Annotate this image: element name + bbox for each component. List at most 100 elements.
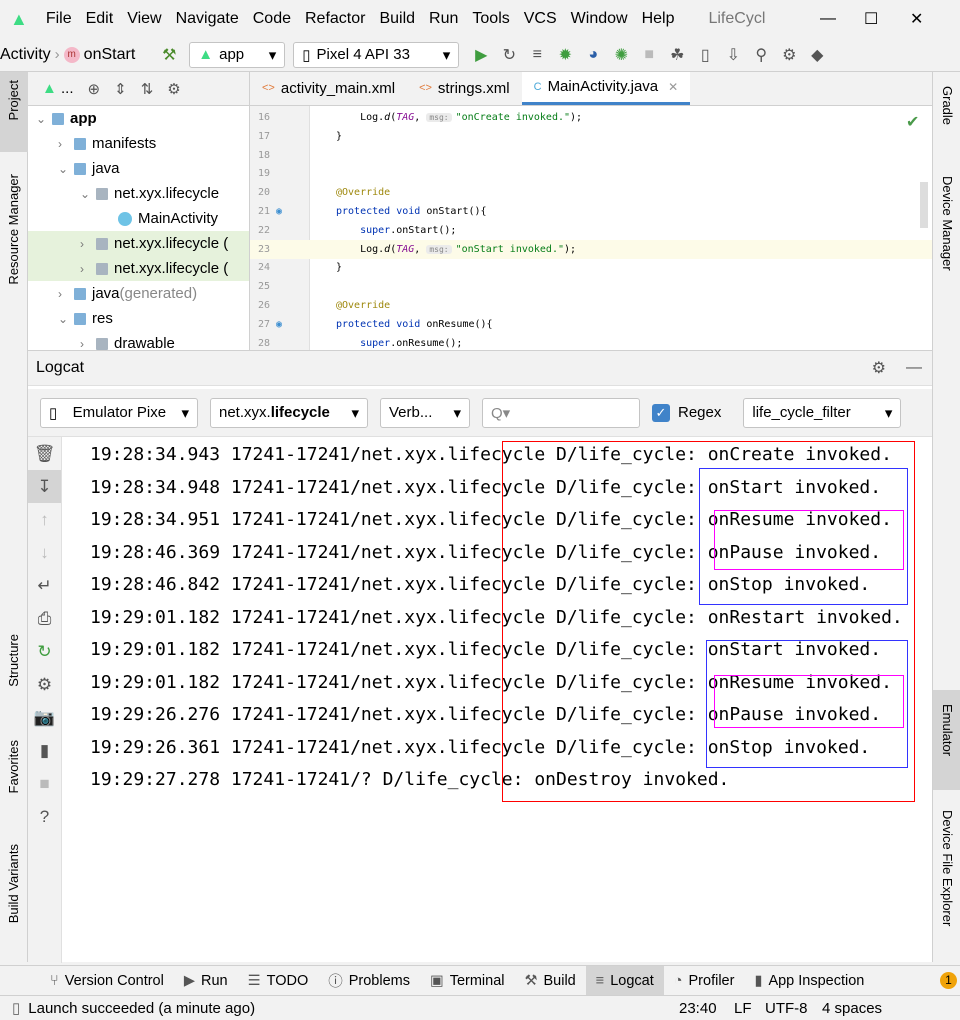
ai-icon[interactable]: ◆ <box>803 45 831 65</box>
filter-select[interactable]: life_cycle_filter ▾ <box>743 397 902 428</box>
project-tab-label[interactable]: Project <box>6 80 21 120</box>
locate-icon[interactable]: ⊕ <box>88 80 101 98</box>
tree-item[interactable]: MainActivity <box>28 206 249 231</box>
tool-tab-version-control[interactable]: ⑂ Version Control <box>40 966 174 996</box>
tree-item[interactable]: › net.xyx.lifecycle ( <box>28 256 249 281</box>
resource-manager-tab[interactable]: Resource Manager <box>6 174 21 285</box>
chevron-right-icon[interactable]: › <box>80 337 96 351</box>
tree-item[interactable]: ⌄ app <box>28 106 249 131</box>
restart-icon[interactable]: ↻ <box>28 635 61 668</box>
tree-item[interactable]: › net.xyx.lifecycle ( <box>28 231 249 256</box>
search-icon[interactable]: ⚲ <box>747 45 775 65</box>
build-variants-tab[interactable]: Build Variants <box>6 844 21 923</box>
menu-tools[interactable]: Tools <box>472 10 509 28</box>
status-message[interactable]: Launch succeeded (a minute ago) <box>28 1000 255 1017</box>
device-file-explorer-tab[interactable]: Device File Explorer <box>940 810 955 926</box>
menu-run[interactable]: Run <box>429 10 458 28</box>
tool-tab-logcat[interactable]: ≡ Logcat <box>585 965 664 996</box>
regex-checkbox[interactable]: ✓ <box>652 403 670 422</box>
favorites-tab[interactable]: Favorites <box>6 740 21 793</box>
package-select[interactable]: net.xyx.lifecycle ▾ <box>210 397 368 428</box>
breadcrumb-activity[interactable]: Activity <box>0 46 51 64</box>
sdk-manager-icon[interactable]: ⇩ <box>719 45 747 65</box>
screen-record-icon[interactable]: ▮ <box>28 734 61 767</box>
log-level-select[interactable]: Verb... ▾ <box>380 397 470 428</box>
scroll-to-end-icon[interactable]: ↧ <box>28 470 61 503</box>
help-icon[interactable]: ? <box>28 800 61 833</box>
tool-tab-problems[interactable]: ⓘ Problems <box>318 966 420 996</box>
clear-logcat-icon[interactable]: 🗑 <box>28 437 61 470</box>
tree-item[interactable]: › manifests <box>28 131 249 156</box>
device-select[interactable]: ▯ Emulator Pixe ▾ <box>40 397 198 428</box>
settings-icon[interactable]: ⚙ <box>775 45 803 65</box>
tree-item[interactable]: ⌄ net.xyx.lifecycle <box>28 181 249 206</box>
tool-tab-todo[interactable]: ☰ TODO <box>238 966 319 996</box>
menu-vcs[interactable]: VCS <box>524 10 557 28</box>
menu-navigate[interactable]: Navigate <box>176 10 239 28</box>
close-tab-icon[interactable]: ✕ <box>668 80 678 94</box>
menu-view[interactable]: View <box>127 10 161 28</box>
up-icon[interactable]: ↑ <box>28 503 61 536</box>
editor-tab[interactable]: <> strings.xml <box>407 72 522 105</box>
debug-icon[interactable]: ✹ <box>551 45 579 65</box>
device-manager-icon[interactable]: ▯ <box>691 45 719 65</box>
tool-tab-run[interactable]: ▶ Run <box>174 966 238 996</box>
print-icon[interactable]: ⎙ <box>28 602 61 635</box>
menu-refactor[interactable]: Refactor <box>305 10 365 28</box>
search-input[interactable]: Q▾ <box>482 397 640 428</box>
menu-build[interactable]: Build <box>379 10 415 28</box>
stop-icon[interactable]: ■ <box>635 46 663 64</box>
chevron-right-icon[interactable]: › <box>58 137 74 151</box>
chevron-right-icon[interactable]: › <box>58 287 74 301</box>
chevron-down-icon[interactable]: ⌄ <box>58 162 74 176</box>
menu-code[interactable]: Code <box>253 10 291 28</box>
menu-file[interactable]: File <box>46 10 72 28</box>
android-view-dropdown[interactable]: ▲ ... <box>42 80 74 97</box>
device-select[interactable]: ▯ Pixel 4 API 33 ▾ <box>293 41 460 68</box>
chevron-right-icon[interactable]: › <box>80 262 96 276</box>
sync-gradle-icon[interactable]: ☘ <box>663 45 691 65</box>
structure-tab[interactable]: Structure <box>6 634 21 687</box>
minimize-button[interactable]: — <box>820 10 836 28</box>
menu-window[interactable]: Window <box>571 10 628 28</box>
tool-tab-build[interactable]: ⚒ Build <box>514 966 585 996</box>
tool-tab-app-inspection[interactable]: ▮ App Inspection <box>744 966 874 996</box>
settings-icon[interactable]: ⚙ <box>28 668 61 701</box>
tool-tab-profiler[interactable]: ◔ Profiler <box>664 966 745 996</box>
tree-item[interactable]: › drawable <box>28 331 249 350</box>
log-output[interactable]: 19:29:27.278 17241-17241/? D/life_cycle:… <box>62 437 932 963</box>
chevron-right-icon[interactable]: › <box>80 237 96 251</box>
apply-code-changes-icon[interactable]: ≡ <box>523 46 551 64</box>
collapse-all-icon[interactable]: ⇅ <box>141 80 154 98</box>
run-icon[interactable]: ▶ <box>467 45 495 65</box>
close-button[interactable]: ✕ <box>910 9 923 29</box>
menu-help[interactable]: Help <box>642 10 675 28</box>
screenshot-icon[interactable]: 📷 <box>28 701 61 734</box>
tree-item[interactable]: ⌄ java <box>28 156 249 181</box>
gradle-tab[interactable]: Gradle <box>940 86 955 125</box>
apply-changes-icon[interactable]: ↻ <box>495 45 523 65</box>
override-marker-icon[interactable]: ◉ <box>276 202 282 221</box>
chevron-down-icon[interactable]: ⌄ <box>36 112 52 126</box>
stop-icon[interactable]: ■ <box>28 767 61 800</box>
down-icon[interactable]: ↓ <box>28 536 61 569</box>
tree-item[interactable]: ⌄ res <box>28 306 249 331</box>
breadcrumb-onstart[interactable]: onStart <box>84 46 136 64</box>
indent-setting[interactable]: 4 spaces <box>822 1000 882 1017</box>
editor-scrollbar[interactable] <box>920 182 928 228</box>
settings-icon[interactable]: ⚙ <box>872 358 886 378</box>
run-config-select[interactable]: ▲ app ▾ <box>189 41 286 68</box>
settings-icon[interactable]: ⚙ <box>167 80 180 98</box>
soft-wrap-icon[interactable]: ↵ <box>28 569 61 602</box>
menu-edit[interactable]: Edit <box>86 10 114 28</box>
tool-tab-terminal[interactable]: ▣ Terminal <box>420 966 515 996</box>
profile-icon[interactable]: ◕ <box>579 46 607 64</box>
emulator-tab-label[interactable]: Emulator <box>940 704 955 756</box>
tree-item[interactable]: › java (generated) <box>28 281 249 306</box>
file-encoding[interactable]: UTF-8 <box>765 1000 808 1017</box>
device-manager-tab[interactable]: Device Manager <box>940 176 955 271</box>
expand-all-icon[interactable]: ⇕ <box>114 80 127 98</box>
override-marker-icon[interactable]: ◉ <box>276 315 282 334</box>
hammer-icon[interactable]: ⚒ <box>155 45 183 65</box>
editor-tab[interactable]: C MainActivity.java ✕ <box>521 72 691 105</box>
